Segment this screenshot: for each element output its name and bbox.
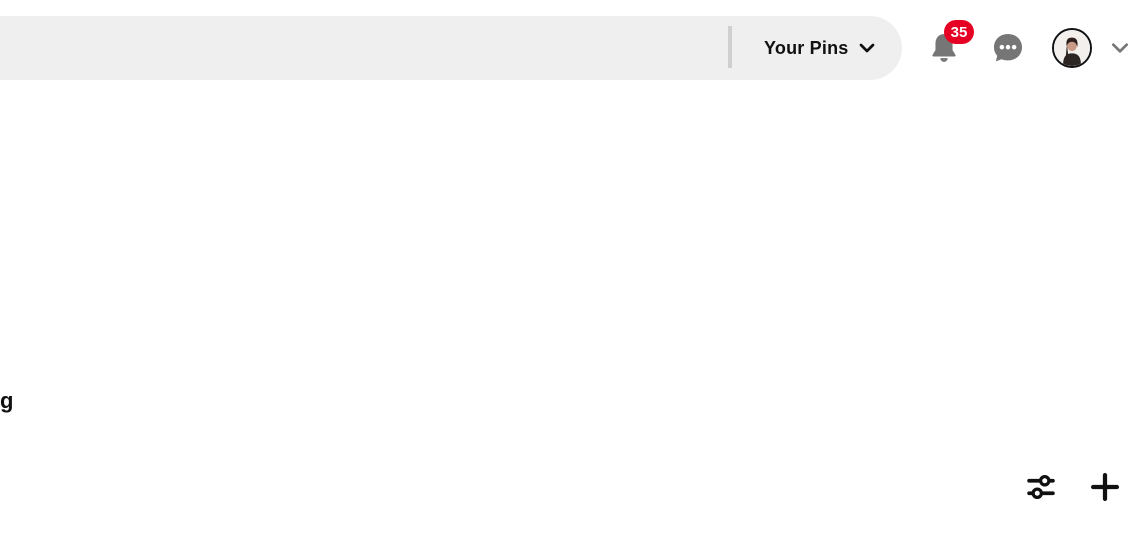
avatar[interactable] [1052,28,1092,68]
plus-icon [1091,473,1119,501]
messages-button[interactable] [984,24,1032,72]
partial-heading-text: g [0,388,14,413]
page: Your Pins 35 g [0,0,1148,534]
chat-bubble-icon [994,34,1022,62]
filter-button[interactable] [1019,465,1063,509]
account-menu-button[interactable] [1104,32,1136,64]
search-scope-label: Your Pins [764,37,849,58]
chevron-down-icon [860,43,875,53]
search-scope-dropdown[interactable]: Your Pins [750,26,890,70]
chevron-down-icon [1112,43,1128,53]
avatar-photo [1054,30,1090,66]
sliders-icon [1027,475,1055,499]
create-button[interactable] [1083,465,1127,509]
search-divider [728,26,732,68]
notification-count-badge: 35 [944,20,974,44]
